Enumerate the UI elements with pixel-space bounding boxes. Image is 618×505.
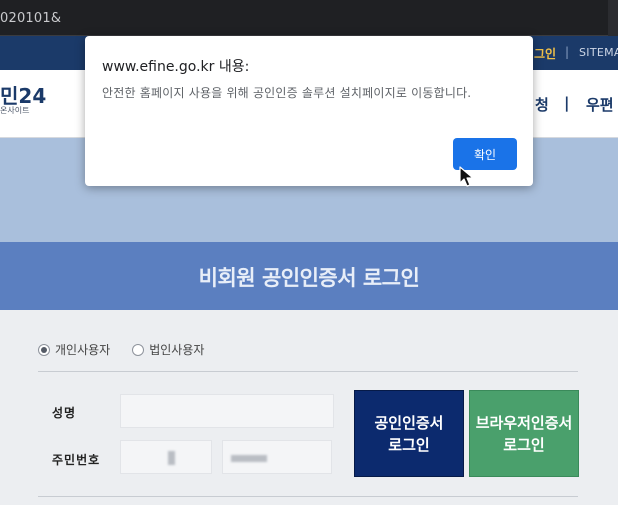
resident-number-back-input[interactable]: [222, 440, 332, 474]
nav-menu-item-1[interactable]: 청: [535, 94, 549, 115]
masked-value: [168, 451, 175, 465]
browser-address-bar[interactable]: 020101&: [0, 0, 618, 36]
nav-menu-item-2[interactable]: 우편: [586, 94, 614, 115]
user-type-selector: 개인사용자 법인사용자: [38, 341, 226, 358]
login-link[interactable]: 그인: [534, 45, 556, 62]
address-bar-edge: [608, 0, 618, 36]
form-divider-top: [38, 371, 578, 372]
site-logo-subtext: 온사이트: [0, 106, 30, 115]
form-divider-bottom: [38, 496, 578, 497]
nav-separator: |: [564, 94, 570, 112]
browser-cert-login-button[interactable]: 브라우저인증서 로그인: [469, 390, 579, 477]
cert-login-button[interactable]: 공인인증서 로그인: [354, 390, 464, 477]
address-url[interactable]: 020101&: [0, 11, 61, 26]
radio-corporate-label[interactable]: 법인사용자: [149, 341, 204, 358]
masked-value: [231, 455, 267, 462]
cert-login-label-line2: 로그인: [388, 436, 430, 454]
resident-number-front-input[interactable]: [120, 440, 212, 474]
dialog-title: www.efine.go.kr 내용:: [102, 59, 250, 75]
utility-separator: |: [565, 45, 570, 59]
browser-cert-label-line2: 로그인: [503, 436, 545, 454]
sitemap-link[interactable]: SITEMAP: [579, 46, 618, 59]
name-input[interactable]: [120, 394, 334, 428]
dialog-message: 안전한 홈페이지 사용을 위해 공인인증 솔루션 설치페이지로 이동합니다.: [102, 86, 472, 100]
radio-individual[interactable]: [38, 343, 50, 356]
resident-number-label: 주민번호: [52, 453, 101, 467]
login-form: 개인사용자 법인사용자 성명 주민번호 공인인증서 로그인 브라우저인증서 로그…: [0, 310, 618, 505]
cert-login-label-line1: 공인인증서: [374, 414, 444, 432]
page-title-bar: 비회원 공인인증서 로그인: [0, 242, 618, 310]
browser-cert-label-line1: 브라우저인증서: [475, 414, 573, 432]
mouse-pointer-icon: [459, 166, 474, 187]
radio-individual-label[interactable]: 개인사용자: [55, 341, 110, 358]
name-label: 성명: [52, 406, 77, 420]
alert-dialog: www.efine.go.kr 내용: 안전한 홈페이지 사용을 위해 공인인증…: [85, 36, 533, 186]
page-title: 비회원 공인인증서 로그인: [198, 266, 420, 290]
radio-corporate[interactable]: [132, 343, 145, 356]
